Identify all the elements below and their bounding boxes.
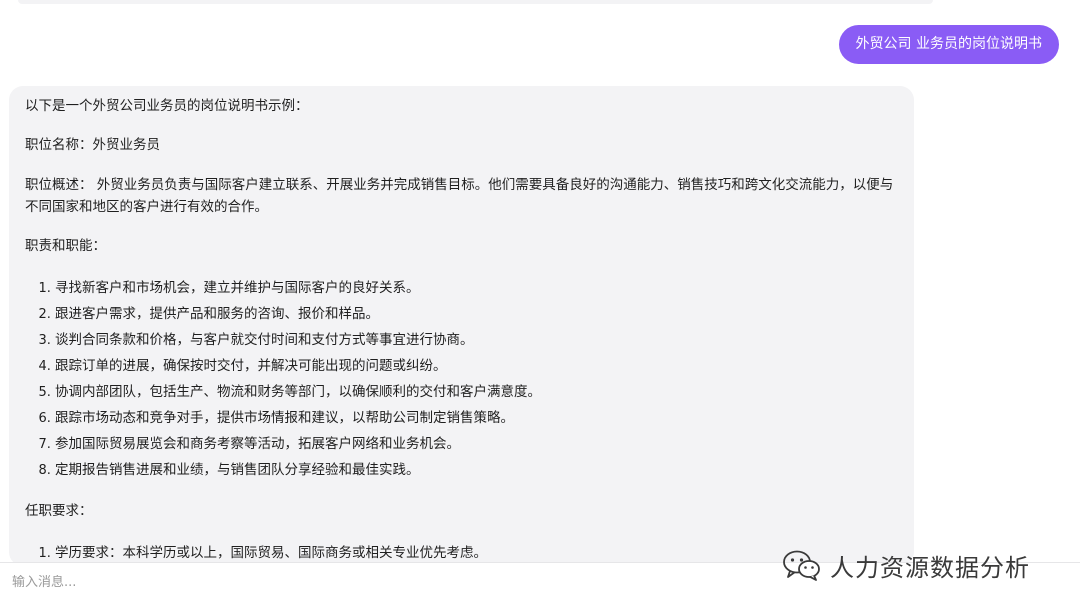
job-title-text: 职位名称：外贸业务员 xyxy=(25,137,160,153)
list-item: 寻找新客户和市场机会，建立并维护与国际客户的良好关系。 xyxy=(55,275,898,301)
list-item: 定期报告销售进展和业绩，与销售团队分享经验和最佳实践。 xyxy=(55,457,898,483)
list-item: 协调内部团队，包括生产、物流和财务等部门，以确保顺利的交付和客户满意度。 xyxy=(55,379,898,405)
intro-text: 以下是一个外贸公司业务员的岗位说明书示例： xyxy=(25,98,309,114)
list-item: 跟踪订单的进展，确保按时交付，并解决可能出现的问题或纠纷。 xyxy=(55,353,898,379)
wechat-logo-icon xyxy=(783,550,820,581)
list-item: 跟进客户需求，提供产品和服务的咨询、报价和样品。 xyxy=(55,301,898,327)
duties-heading: 职责和职能： xyxy=(25,238,106,254)
previous-message-edge xyxy=(18,0,933,4)
list-item: 跟踪市场动态和竞争对手，提供市场情报和建议，以帮助公司制定销售策略。 xyxy=(55,405,898,431)
watermark-text: 人力资源数据分析 xyxy=(830,553,1030,582)
user-message-bubble: 外贸公司 业务员的岗位说明书 xyxy=(838,25,1059,64)
requirements-heading: 任职要求： xyxy=(25,503,93,519)
assistant-message-bubble: 以下是一个外贸公司业务员的岗位说明书示例： 职位名称：外贸业务员 职位概述： 外… xyxy=(9,86,914,566)
list-item: 参加国际贸易展览会和商务考察等活动，拓展客户网络和业务机会。 xyxy=(55,431,898,457)
duties-list: 寻找新客户和市场机会，建立并维护与国际客户的良好关系。 跟进客户需求，提供产品和… xyxy=(25,275,898,483)
watermark: 人力资源数据分析 xyxy=(782,545,1030,585)
overview-text: 职位概述： 外贸业务员负责与国际客户建立联系、开展业务并完成销售目标。他们需要具… xyxy=(25,177,894,215)
list-item: 谈判合同条款和价格，与客户就交付时间和支付方式等事宜进行协商。 xyxy=(55,327,898,353)
message-input[interactable] xyxy=(12,575,712,590)
